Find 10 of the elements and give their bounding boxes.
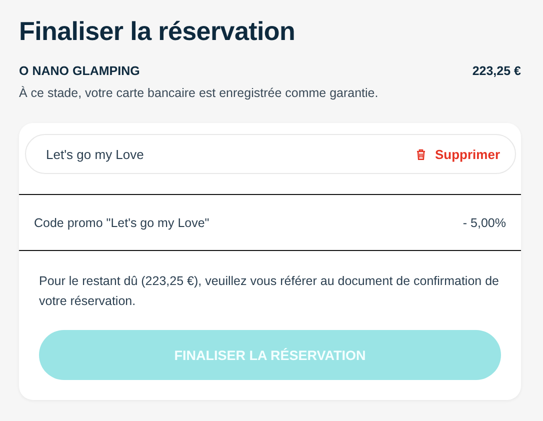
guarantee-note: À ce stade, votre carte bancaire est enregistrée comme garantie. <box>19 86 380 100</box>
discount-label: Code promo "Let's go my Love" <box>34 216 210 230</box>
price: 223,25 € <box>472 64 521 78</box>
trash-icon <box>416 148 426 160</box>
property-name: O NANO GLAMPING <box>19 64 140 78</box>
page-title: Finaliser la réservation <box>19 15 296 48</box>
remove-button[interactable]: Supprimer <box>416 146 500 162</box>
balance-info: Pour le restant dû (223,25 €), veuillez vous référer au document de confirmation de votre réservation. <box>39 273 500 310</box>
coupon-code: Let's go my Love <box>46 146 144 162</box>
discount-value: - 5,00% <box>462 216 506 230</box>
